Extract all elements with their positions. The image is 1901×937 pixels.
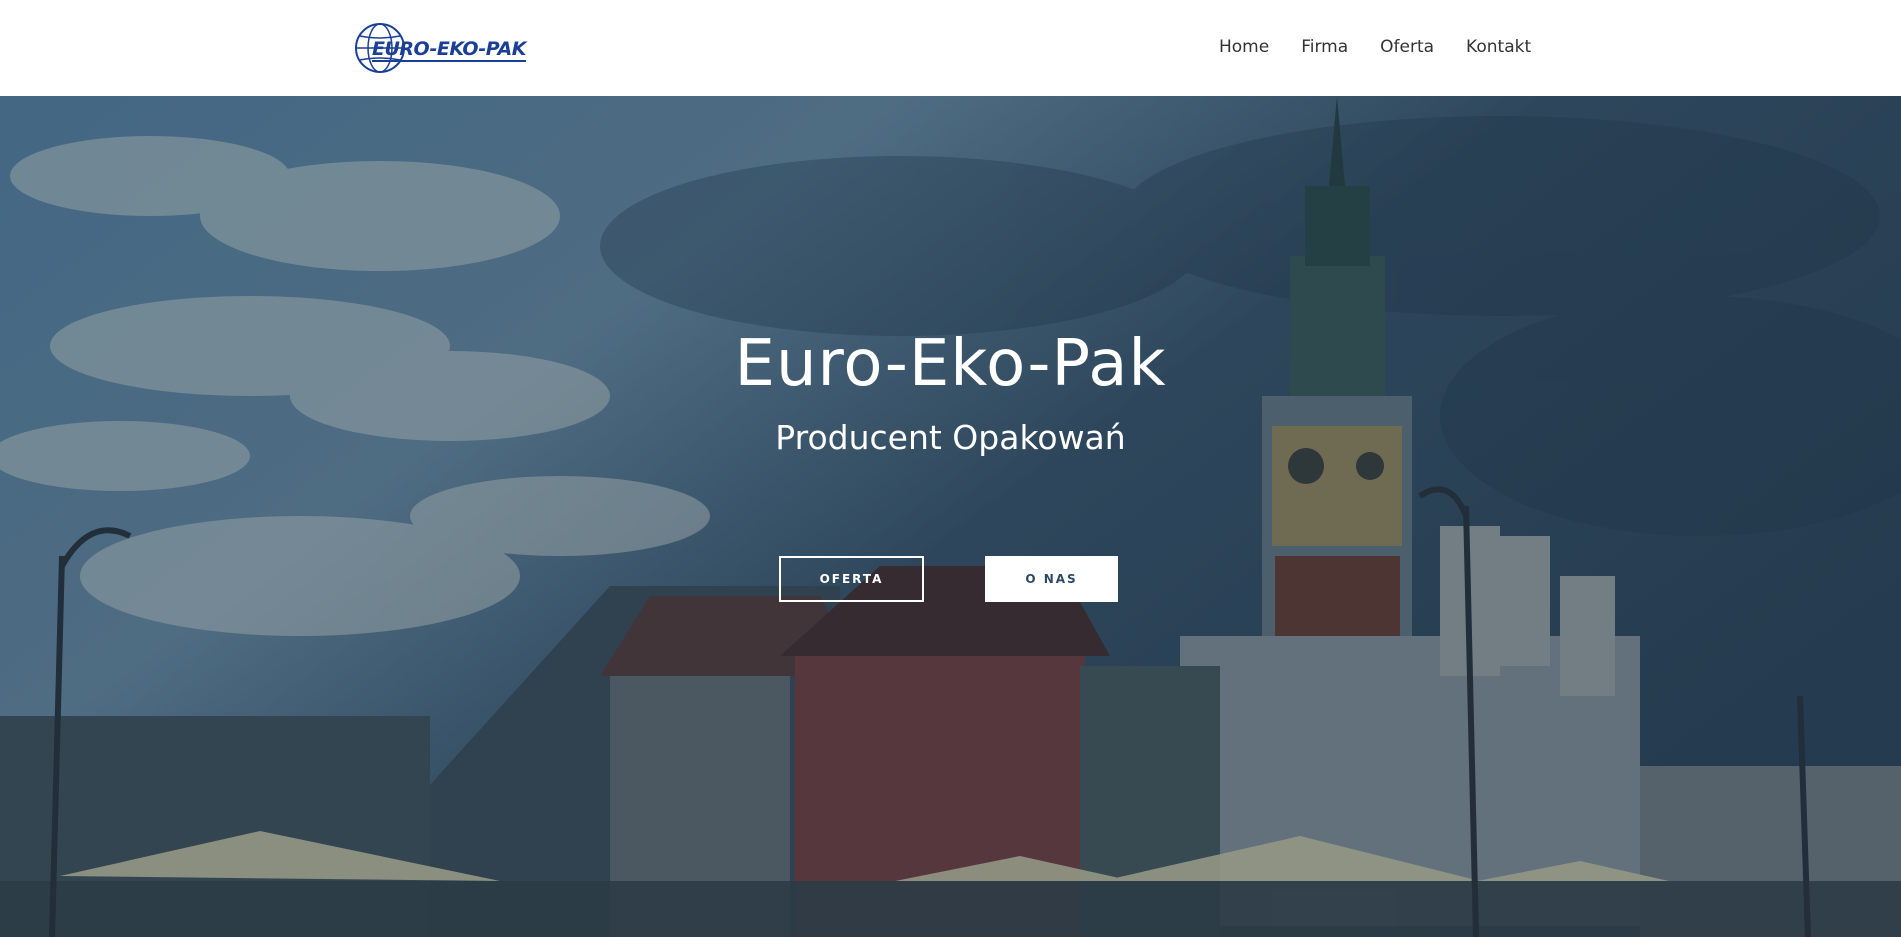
site-header: EURO-EKO-PAK Home Firma Oferta Kontakt	[0, 0, 1901, 96]
hero-subtitle: Producent Opakowań	[775, 418, 1126, 457]
nav-home-link[interactable]: Home	[1219, 36, 1269, 60]
site-logo[interactable]: EURO-EKO-PAK	[352, 18, 526, 78]
main-nav: Home Firma Oferta Kontakt	[1219, 36, 1531, 60]
nav-oferta-link[interactable]: Oferta	[1380, 36, 1434, 60]
nav-firma-link[interactable]: Firma	[1301, 36, 1348, 60]
hero-section: Euro-Eko-Pak Producent Opakowań OFERTA O…	[0, 96, 1901, 937]
nav-kontakt-link[interactable]: Kontakt	[1466, 36, 1531, 60]
hero-overlay	[0, 96, 1901, 937]
oferta-button[interactable]: OFERTA	[779, 556, 924, 602]
o-nas-button[interactable]: O NAS	[985, 556, 1118, 602]
logo-text: EURO-EKO-PAK	[372, 38, 526, 62]
hero-title: Euro-Eko-Pak	[734, 327, 1167, 401]
